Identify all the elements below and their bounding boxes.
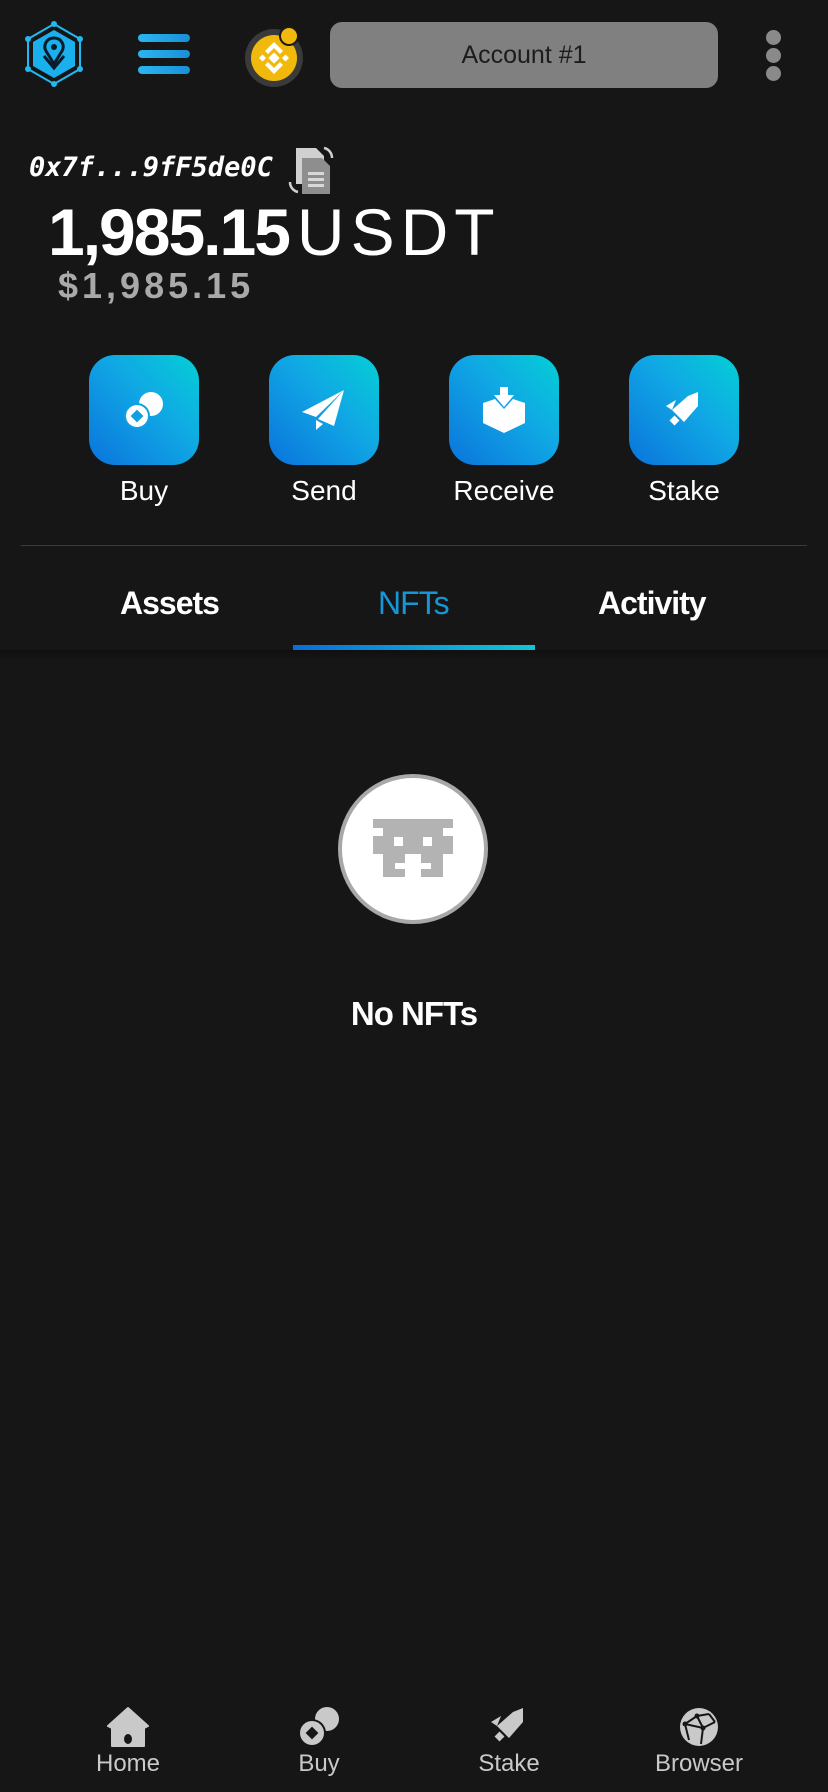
inbox-download-icon — [483, 387, 525, 433]
stake-button[interactable]: Stake — [629, 355, 739, 507]
location-shield-icon — [25, 21, 83, 87]
space-invader-icon — [373, 819, 453, 877]
nav-home-label: Home — [95, 1750, 161, 1777]
token-balance: 1,985.15 USDT — [48, 194, 501, 270]
more-options-button[interactable] — [760, 30, 788, 82]
tab-nfts[interactable]: NFTs — [378, 585, 450, 622]
empty-state-message: No NFTs — [350, 995, 478, 1032]
coins-icon — [124, 392, 163, 429]
nav-browser[interactable]: Browser — [629, 1706, 769, 1778]
nav-home[interactable]: Home — [58, 1706, 198, 1778]
section-divider — [21, 545, 807, 546]
menu-button[interactable] — [136, 32, 192, 76]
copy-address-button[interactable] — [286, 144, 338, 196]
nav-browser-label: Browser — [654, 1750, 744, 1777]
binance-icon — [245, 26, 303, 87]
stake-label: Stake — [648, 475, 720, 506]
nav-stake-label: Stake — [478, 1750, 540, 1777]
nav-stake[interactable]: Stake — [439, 1706, 579, 1778]
tabs-shadow — [0, 650, 828, 660]
paper-plane-icon — [302, 390, 344, 430]
tab-bar: Assets NFTs Activity — [0, 560, 828, 650]
coins-icon — [298, 1707, 339, 1747]
home-icon — [107, 1707, 149, 1747]
nav-buy[interactable]: Buy — [249, 1706, 389, 1778]
send-button[interactable]: Send — [269, 355, 379, 507]
network-selector[interactable] — [244, 25, 306, 87]
tab-activity[interactable]: Activity — [598, 585, 707, 622]
account-selector-button[interactable]: Account #1 — [330, 22, 718, 88]
empty-state-image — [338, 774, 488, 924]
globe-network-icon — [680, 1708, 718, 1746]
account-label: Account #1 — [461, 40, 587, 69]
rocket-icon — [666, 392, 698, 426]
balance-amount: 1,985.15 — [48, 195, 291, 269]
copy-icon — [288, 146, 334, 194]
app-logo — [22, 20, 86, 88]
nav-buy-label: Buy — [298, 1750, 340, 1777]
send-label: Send — [291, 475, 357, 506]
buy-button[interactable]: Buy — [89, 355, 199, 507]
buy-label: Buy — [119, 475, 169, 506]
tab-assets[interactable]: Assets — [120, 585, 220, 622]
rocket-icon — [491, 1708, 523, 1742]
balance-unit: USDT — [296, 195, 501, 269]
fiat-balance: $1,985.15 — [58, 265, 255, 306]
wallet-address: 0x7f...9fF5de0C — [29, 152, 273, 183]
receive-label: Receive — [453, 475, 555, 506]
receive-button[interactable]: Receive — [449, 355, 559, 507]
